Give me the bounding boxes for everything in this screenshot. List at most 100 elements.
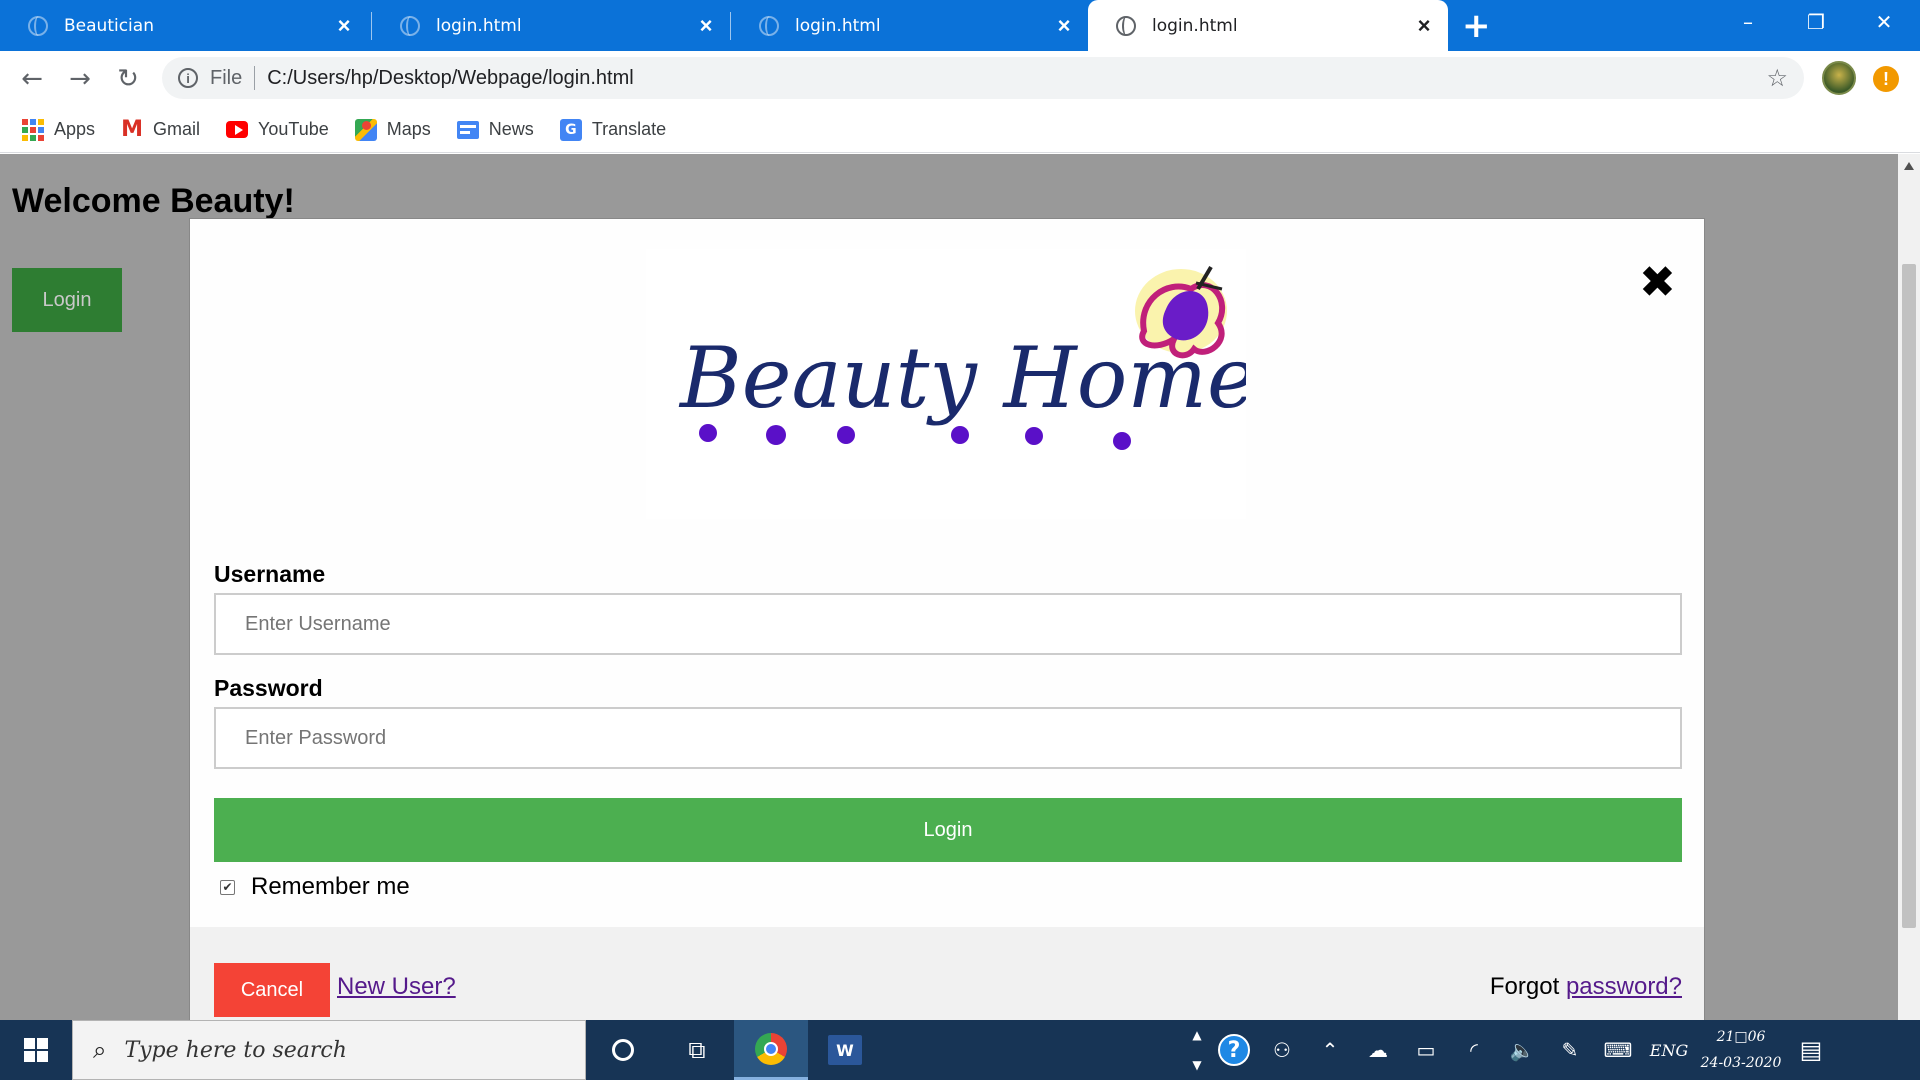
search-placeholder: Type here to search: [124, 1037, 347, 1063]
tab-login-2[interactable]: login.html ×: [731, 0, 1088, 51]
close-tab-icon[interactable]: ×: [330, 13, 358, 39]
help-tray-button[interactable]: ?: [1210, 1020, 1258, 1080]
taskbar-word[interactable]: W: [808, 1020, 882, 1080]
bookmark-label: Apps: [54, 119, 96, 139]
logo-dot: [1113, 432, 1131, 450]
bookmark-gmail[interactable]: M Gmail: [121, 117, 201, 142]
login-modal: ✖ Beauty Home Username Password Login ✔: [189, 218, 1705, 1020]
language-indicator[interactable]: ENG: [1642, 1020, 1696, 1080]
username-label: Username: [214, 561, 326, 587]
pen-icon[interactable]: ✎: [1546, 1020, 1594, 1080]
bookmark-label: Translate: [591, 119, 667, 139]
chevron-down-icon[interactable]: ▼: [1192, 1058, 1201, 1072]
update-alert-icon[interactable]: !: [1873, 66, 1899, 92]
taskbar-scroll[interactable]: ▲ ▼: [1186, 1020, 1208, 1080]
tab-login-active[interactable]: login.html ×: [1088, 0, 1448, 51]
tab-title: login.html: [795, 15, 881, 36]
help-icon: ?: [1218, 1034, 1250, 1066]
task-view-button[interactable]: ⧉: [660, 1020, 734, 1080]
windows-logo-icon: [24, 1038, 48, 1062]
address-url[interactable]: C:/Users/hp/Desktop/Webpage/login.html: [267, 67, 633, 90]
bookmark-label: Maps: [386, 119, 431, 139]
notifications-icon[interactable]: ▤: [1786, 1020, 1836, 1080]
taskbar-chrome[interactable]: [734, 1020, 808, 1080]
beauty-home-logo: Beauty Home: [646, 249, 1246, 519]
close-tab-icon[interactable]: ×: [692, 13, 720, 39]
wifi-icon[interactable]: ◜: [1450, 1020, 1498, 1080]
bookmark-youtube[interactable]: YouTube: [226, 119, 329, 141]
logo-text: Beauty Home: [678, 329, 1246, 427]
tab-beautician[interactable]: Beautician ×: [0, 0, 368, 51]
task-view-icon: ⧉: [688, 1036, 706, 1064]
clock-date: 24-03-2020: [1700, 1055, 1782, 1071]
chevron-up-icon[interactable]: ▲: [1192, 1028, 1201, 1042]
bookmarks-bar: Apps M Gmail YouTube Maps News G Transla…: [0, 107, 1920, 153]
page-scrollbar[interactable]: [1898, 154, 1920, 1020]
login-submit-button[interactable]: Login: [214, 798, 1682, 862]
close-tab-icon[interactable]: ×: [1410, 13, 1438, 39]
address-bar[interactable]: i File C:/Users/hp/Desktop/Webpage/login…: [162, 57, 1804, 99]
remember-me: ✔ Remember me: [220, 873, 410, 901]
tab-login-1[interactable]: login.html ×: [372, 0, 730, 51]
keyboard-icon[interactable]: ⌨: [1594, 1020, 1642, 1080]
scrollbar-thumb[interactable]: [1902, 264, 1916, 928]
close-icon[interactable]: ✖: [1639, 261, 1676, 305]
bookmark-maps[interactable]: Maps: [354, 118, 431, 141]
maps-icon: [354, 118, 377, 141]
profile-avatar[interactable]: [1822, 61, 1856, 95]
close-tab-icon[interactable]: ×: [1050, 13, 1078, 39]
apps-grid-icon: [22, 118, 44, 141]
remember-me-checkbox[interactable]: ✔: [220, 879, 235, 895]
globe-icon: [28, 15, 48, 36]
globe-icon: [759, 15, 779, 36]
password-input[interactable]: [214, 707, 1682, 769]
bookmark-star-icon[interactable]: ☆: [1766, 64, 1788, 92]
new-tab-button[interactable]: +: [1462, 6, 1491, 46]
tab-title: Beautician: [64, 15, 154, 36]
logo-dot: [951, 426, 969, 444]
back-arrow-icon[interactable]: ←: [14, 61, 50, 97]
open-login-button[interactable]: Login: [12, 268, 122, 332]
forgot-prefix: Forgot: [1489, 973, 1560, 1000]
forgot-password-link[interactable]: password?: [1566, 973, 1682, 1000]
bookmark-translate[interactable]: G Translate: [559, 118, 667, 141]
reload-icon[interactable]: ↻: [110, 61, 146, 97]
show-hidden-icons-chevron-icon[interactable]: ⌃: [1306, 1020, 1354, 1080]
bookmark-news[interactable]: News: [456, 119, 534, 141]
tab-title: login.html: [1152, 15, 1238, 36]
system-tray: ? ⚇ ⌃ ☁ ▭ ◜ 🔈 ✎ ⌨ ENG 21□06 24-03-2020 ▤: [1210, 1020, 1836, 1080]
bookmark-apps[interactable]: Apps: [22, 118, 96, 141]
window-close-icon[interactable]: ✕: [1850, 0, 1918, 44]
youtube-icon: [226, 119, 249, 141]
modal-footer: Cancel New User? Forgot password?: [190, 927, 1704, 1020]
info-icon[interactable]: i: [178, 68, 198, 88]
bookmark-label: YouTube: [258, 119, 329, 139]
gmail-icon: M: [121, 117, 143, 142]
news-icon: [456, 119, 479, 141]
new-user-link[interactable]: New User?: [337, 973, 456, 1001]
cancel-button[interactable]: Cancel: [214, 963, 330, 1017]
word-icon: W: [828, 1035, 862, 1065]
restore-icon[interactable]: ❐: [1782, 0, 1850, 44]
logo-dot: [837, 426, 855, 444]
onedrive-cloud-icon[interactable]: ☁: [1354, 1020, 1402, 1080]
password-label: Password: [214, 675, 323, 701]
forgot-password-text: Forgot password?: [1490, 973, 1682, 1001]
logo-dot: [766, 425, 786, 445]
taskbar-search[interactable]: ⌕ Type here to search: [72, 1020, 586, 1080]
clock[interactable]: 21□06 24-03-2020: [1696, 1020, 1786, 1080]
scroll-up-arrow-icon[interactable]: [1904, 162, 1914, 170]
bookmark-label: Gmail: [153, 119, 201, 139]
volume-icon[interactable]: 🔈: [1498, 1020, 1546, 1080]
tab-title: login.html: [436, 15, 522, 36]
forward-arrow-icon[interactable]: →: [62, 61, 98, 97]
minimize-icon[interactable]: –: [1714, 0, 1782, 44]
start-button[interactable]: [0, 1020, 72, 1080]
people-icon[interactable]: ⚇: [1258, 1020, 1306, 1080]
cortana-button[interactable]: [586, 1020, 660, 1080]
battery-icon[interactable]: ▭: [1402, 1020, 1450, 1080]
page-viewport: Welcome Beauty! Login ✖ Beauty Home User…: [0, 154, 1898, 1020]
username-input[interactable]: [214, 593, 1682, 655]
address-divider: [254, 66, 256, 90]
clock-time: 21□06: [1716, 1029, 1766, 1045]
